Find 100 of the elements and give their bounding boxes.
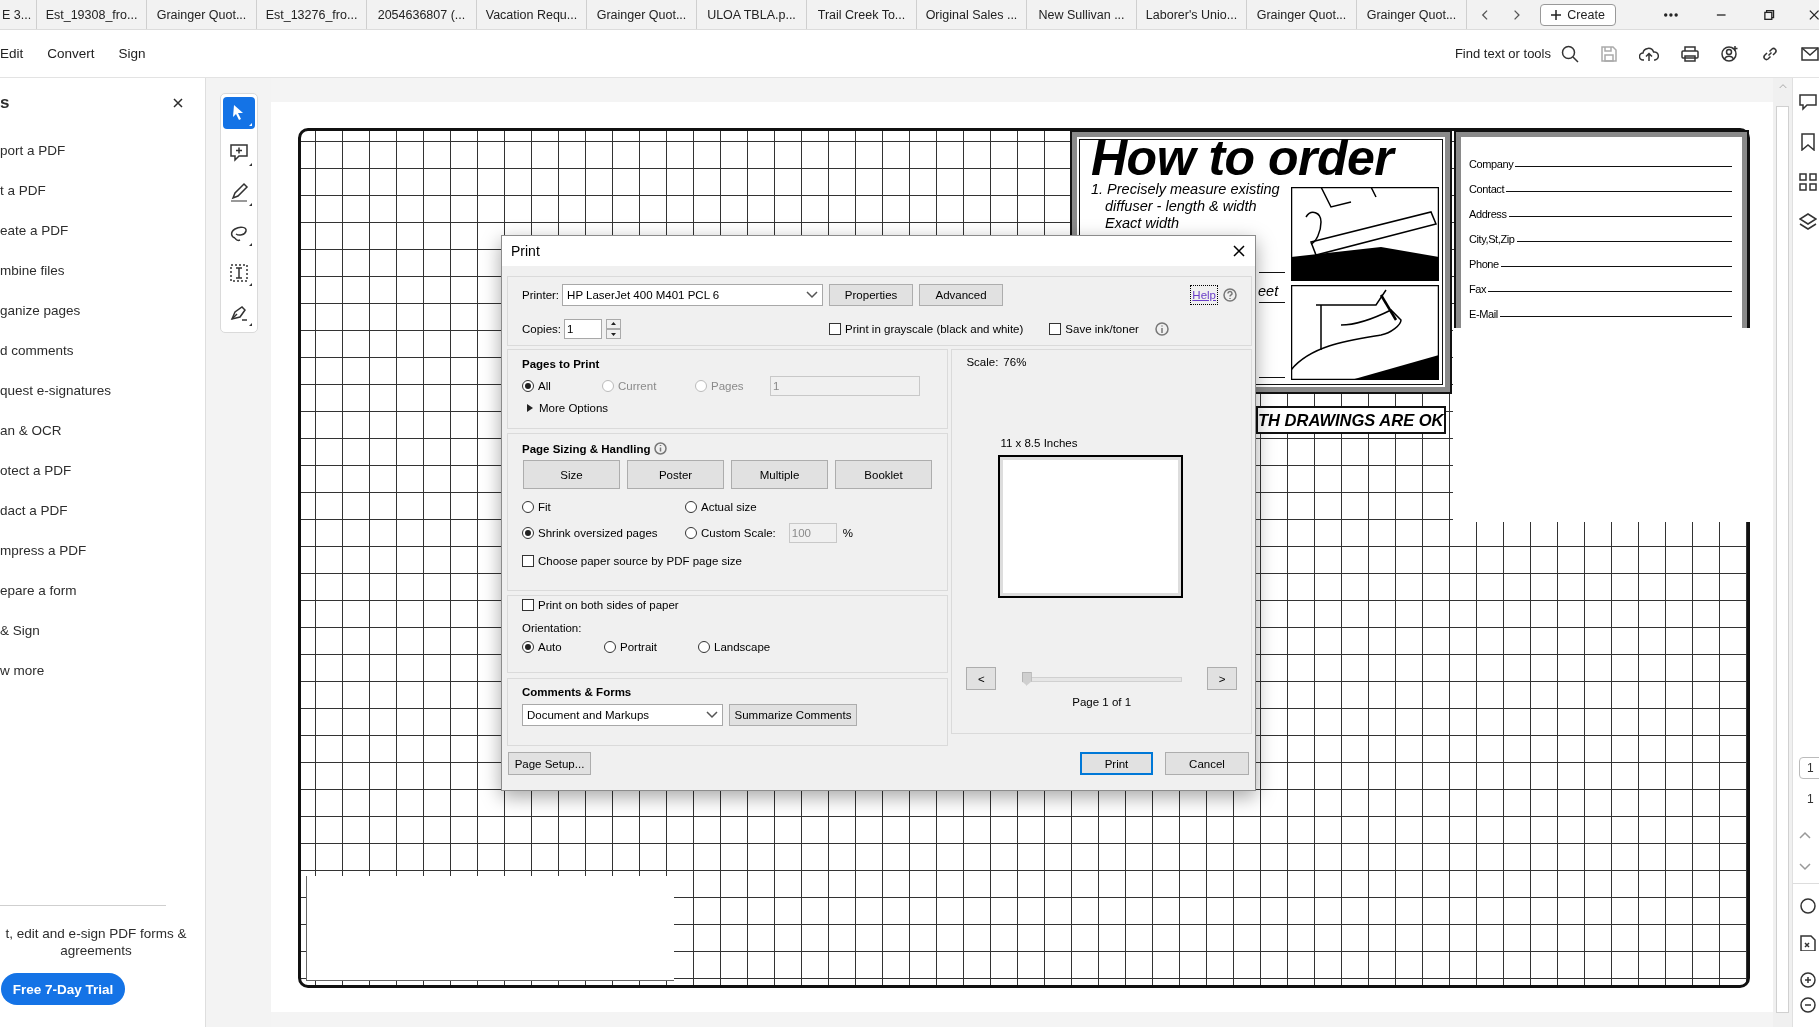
document-tab[interactable]: Est_13276_fro... xyxy=(257,0,367,29)
tool-item[interactable]: w more xyxy=(0,651,205,691)
pointer-icon[interactable] xyxy=(223,97,255,129)
document-tab[interactable]: Original Sales ... xyxy=(917,0,1027,29)
page-icon[interactable] xyxy=(1799,935,1817,951)
layers-icon[interactable] xyxy=(1799,213,1817,231)
document-tab[interactable]: Vacation Requ... xyxy=(477,0,587,29)
radio-button[interactable] xyxy=(522,501,534,513)
checkbox[interactable] xyxy=(1049,322,1062,335)
previous-page-button[interactable]: < xyxy=(966,667,997,690)
radio-button[interactable] xyxy=(685,501,697,513)
tool-item[interactable]: ganize pages xyxy=(0,291,205,331)
radio-label: Pages xyxy=(711,380,744,392)
tool-item[interactable]: mbine files xyxy=(0,251,205,291)
document-tab[interactable]: ULOA TBLA.p... xyxy=(697,0,807,29)
tool-item[interactable]: t a PDF xyxy=(0,171,205,211)
scale-label: Scale: xyxy=(966,356,999,368)
tool-item[interactable]: epare a form xyxy=(0,571,205,611)
thumbnails-icon[interactable] xyxy=(1799,173,1817,191)
menu-item[interactable]: Convert xyxy=(47,46,95,61)
checkbox[interactable] xyxy=(522,555,534,567)
document-tab[interactable]: New Sullivan ... xyxy=(1027,0,1137,29)
tool-item[interactable]: eate a PDF xyxy=(0,211,205,251)
tool-item[interactable]: dact a PDF xyxy=(0,491,205,531)
next-page-button[interactable]: > xyxy=(1207,667,1237,690)
field-label: Contact xyxy=(1469,183,1505,195)
document-tab[interactable]: E 3... xyxy=(0,0,37,29)
tool-item[interactable]: otect a PDF xyxy=(0,451,205,491)
page-slider[interactable] xyxy=(1021,671,1182,686)
scrollbar-thumb[interactable] xyxy=(1776,106,1789,1013)
checkbox[interactable] xyxy=(522,599,534,611)
circle-icon[interactable] xyxy=(1799,898,1817,914)
radio-button[interactable] xyxy=(604,641,616,653)
tool-item[interactable]: mpress a PDF xyxy=(0,531,205,571)
free-trial-button[interactable]: Free 7-Day Trial xyxy=(1,973,125,1005)
printer-icon[interactable] xyxy=(1681,45,1699,62)
radio-button[interactable] xyxy=(522,641,534,653)
page-sizing-button[interactable]: Multiple xyxy=(731,460,828,489)
more-icon[interactable] xyxy=(1663,12,1678,17)
page-setup-button[interactable]: Page Setup... xyxy=(508,752,591,775)
scrollbar[interactable] xyxy=(1773,78,1792,1027)
document-tab[interactable]: Grainger Quot... xyxy=(147,0,257,29)
person-add-icon[interactable] xyxy=(1721,44,1739,63)
search-icon[interactable] xyxy=(1561,44,1579,63)
close-icon[interactable] xyxy=(1233,245,1245,257)
radio-button[interactable] xyxy=(698,641,710,653)
radio-button[interactable] xyxy=(522,527,534,539)
document-tab[interactable]: 2054636807 (... xyxy=(367,0,477,29)
spinner-icon[interactable] xyxy=(606,318,621,339)
tool-item[interactable]: quest e-signatures xyxy=(0,371,205,411)
comments-dropdown[interactable]: Document and Markups xyxy=(522,704,723,726)
close-icon[interactable] xyxy=(173,98,183,108)
checkbox[interactable] xyxy=(829,322,841,335)
field-label: Fax xyxy=(1469,283,1487,295)
page-sizing-button[interactable]: Booklet xyxy=(835,460,932,489)
previous-page-icon[interactable] xyxy=(1799,831,1811,839)
bookmark-icon[interactable] xyxy=(1799,133,1817,151)
create-button[interactable]: Create xyxy=(1540,3,1616,26)
zoom-in-icon[interactable] xyxy=(1799,972,1817,988)
tool-item[interactable]: an & OCR xyxy=(0,411,205,451)
document-tab[interactable]: Grainger Quot... xyxy=(587,0,697,29)
menu-item[interactable]: Sign xyxy=(118,46,146,61)
summarize-comments-button[interactable]: Summarize Comments xyxy=(729,704,857,726)
menu-item[interactable]: Edit xyxy=(0,46,24,61)
mail-icon[interactable] xyxy=(1801,46,1819,61)
cloud-upload-icon[interactable] xyxy=(1639,45,1659,62)
zoom-out-icon[interactable] xyxy=(1799,997,1817,1013)
next-page-icon[interactable] xyxy=(1799,863,1811,871)
more-options-toggle[interactable]: More Options xyxy=(526,402,934,414)
page-sizing-button[interactable]: Size xyxy=(523,460,620,489)
document-tab[interactable]: Trail Creek To... xyxy=(807,0,917,29)
restore-icon[interactable] xyxy=(1764,8,1775,21)
radio-button[interactable] xyxy=(522,380,534,392)
tool-item[interactable]: port a PDF xyxy=(0,131,205,171)
find-tools-link[interactable]: Find text or tools xyxy=(1454,46,1551,61)
comment-icon[interactable] xyxy=(1799,93,1817,111)
tool-item[interactable]: d comments xyxy=(0,331,205,371)
field-label: Address xyxy=(1469,208,1507,220)
cancel-button[interactable]: Cancel xyxy=(1165,752,1249,775)
slider-thumb[interactable] xyxy=(1021,671,1032,686)
document-tab[interactable]: Laborer's Unio... xyxy=(1137,0,1247,29)
printer-dropdown[interactable]: HP LaserJet 400 M401 PCL 6 xyxy=(562,283,824,306)
scroll-left-icon[interactable] xyxy=(1481,8,1490,21)
banner-text: TH DRAWINGS ARE OK xyxy=(1256,406,1446,434)
advanced-button[interactable]: Advanced xyxy=(919,283,1004,306)
document-tab[interactable]: Grainger Quot... xyxy=(1357,0,1467,29)
close-icon[interactable] xyxy=(1808,8,1819,21)
tool-item[interactable]: & Sign xyxy=(0,611,205,651)
document-tab[interactable]: Est_19308_fro... xyxy=(37,0,147,29)
print-button[interactable]: Print xyxy=(1080,752,1153,775)
copies-field[interactable]: 1 xyxy=(564,318,602,339)
instruction-text: eet xyxy=(1258,283,1279,299)
document-tab[interactable]: Grainger Quot... xyxy=(1247,0,1357,29)
properties-button[interactable]: Properties xyxy=(829,283,914,306)
page-sizing-button[interactable]: Poster xyxy=(627,460,724,489)
field-label: Printer: xyxy=(522,288,560,301)
help-link[interactable]: Help xyxy=(1191,285,1217,304)
radio-button[interactable] xyxy=(685,527,697,539)
help-icon[interactable] xyxy=(1223,287,1237,302)
page-number-field[interactable]: 1 xyxy=(1799,757,1819,779)
